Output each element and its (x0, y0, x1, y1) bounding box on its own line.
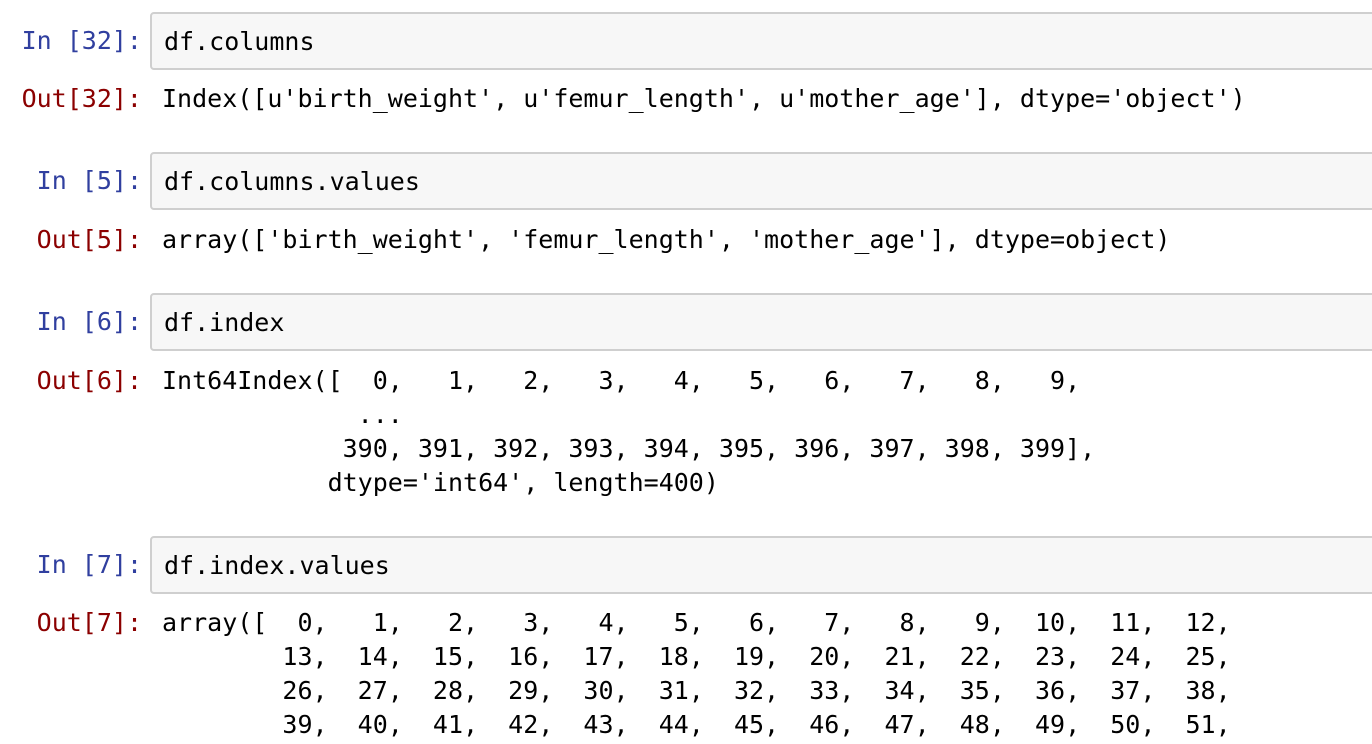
input-prompt: In [32]: (21, 26, 142, 55)
code-input-cell[interactable]: df.index.values (150, 536, 1372, 594)
cell-output: array(['birth_weight', 'femur_length', '… (162, 225, 1171, 254)
output-prompt: Out[7]: (36, 608, 142, 637)
code-input-cell[interactable]: df.columns.values (150, 152, 1372, 210)
output-prompt: Out[6]: (36, 366, 142, 395)
code-input-cell[interactable]: df.columns (150, 12, 1372, 70)
input-prompt: In [5]: (36, 166, 142, 195)
cell-output: array([ 0, 1, 2, 3, 4, 5, 6, 7, 8, 9, 10… (162, 608, 1231, 739)
output-prompt: Out[32]: (21, 84, 142, 113)
cell-output: Index([u'birth_weight', u'femur_length',… (162, 84, 1246, 113)
code-text: df.index (164, 308, 285, 337)
code-text: df.columns (164, 27, 315, 56)
code-input-cell[interactable]: df.index (150, 293, 1372, 351)
output-prompt: Out[5]: (36, 225, 142, 254)
cell-output: Int64Index([ 0, 1, 2, 3, 4, 5, 6, 7, 8, … (162, 366, 1096, 497)
code-text: df.columns.values (164, 167, 420, 196)
code-text: df.index.values (164, 551, 390, 580)
input-prompt: In [6]: (36, 307, 142, 336)
input-prompt: In [7]: (36, 550, 142, 579)
